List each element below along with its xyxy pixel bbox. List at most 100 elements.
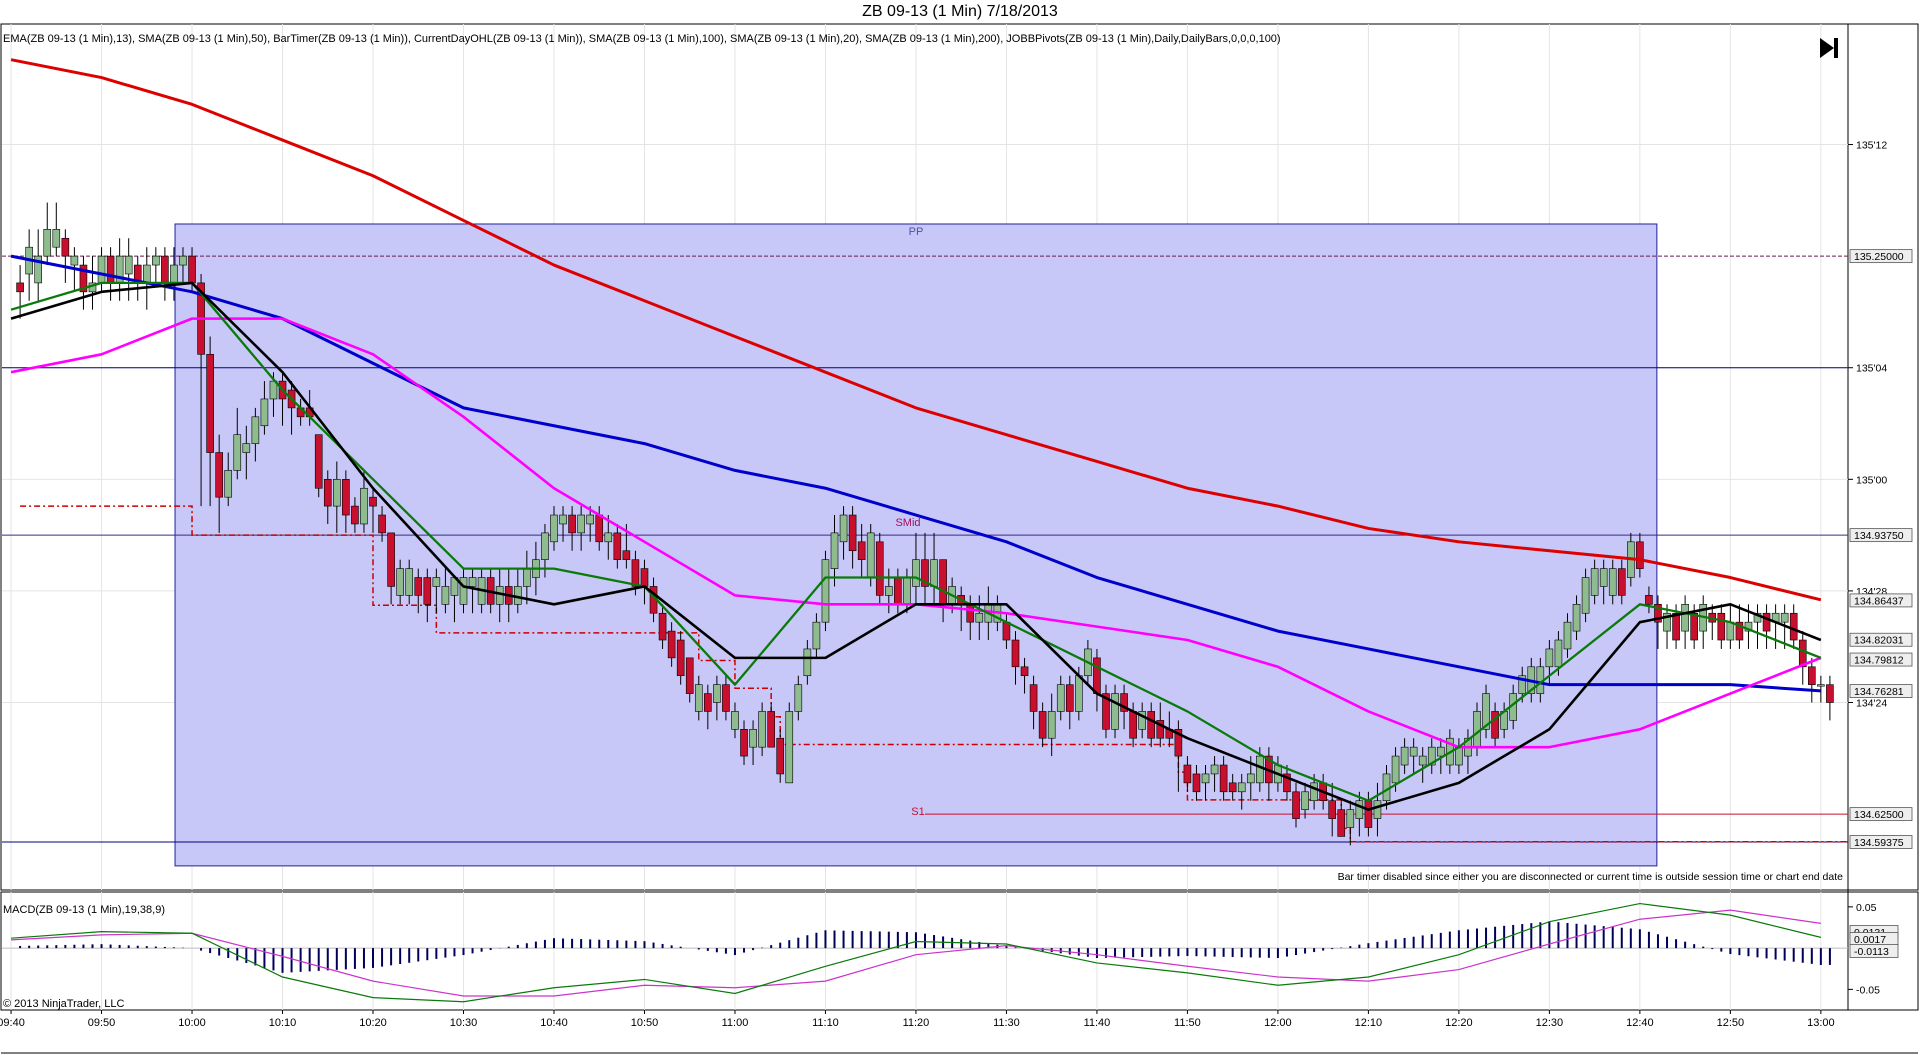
- candle-body: [215, 452, 223, 498]
- x-tick-label: 11:10: [812, 1017, 839, 1029]
- y-tick-label: 134'24: [1856, 698, 1887, 710]
- x-tick-label: 10:00: [178, 1017, 206, 1029]
- candle-body: [1789, 612, 1798, 641]
- candle-body: [577, 514, 585, 534]
- candle-body: [97, 255, 106, 284]
- candle-body: [260, 398, 269, 427]
- candle-body: [16, 282, 24, 293]
- macd-panel-frame: [0, 891, 1919, 1011]
- candle-body: [1011, 639, 1020, 668]
- candle-body: [839, 514, 848, 543]
- indicator-legend: EMA(ZB 09-13 (1 Min),13), SMA(ZB 09-13 (…: [3, 33, 1281, 45]
- candle-body: [794, 684, 803, 712]
- candle-body: [1292, 791, 1300, 819]
- candle-body: [767, 711, 775, 748]
- macd-legend: MACD(ZB 09-13 (1 Min),19,38,9): [3, 904, 165, 916]
- candle-body: [1563, 621, 1572, 650]
- candle-body: [61, 237, 70, 257]
- candle-body: [224, 470, 233, 498]
- candle-body: [360, 487, 368, 525]
- candle-body: [694, 684, 703, 712]
- chart-canvas[interactable]: 135'12135'04135'00134'28134'24135.250001…: [0, 0, 1920, 1055]
- pivot-label-smid: SMid: [895, 517, 920, 529]
- x-tick-label: 09:50: [88, 1017, 116, 1029]
- candle-body: [586, 514, 594, 525]
- candle-body: [1237, 782, 1246, 793]
- candle-body: [106, 255, 115, 284]
- candle-body: [43, 229, 52, 257]
- candle-body: [658, 612, 667, 641]
- candle-body: [1681, 604, 1689, 632]
- candle-body: [685, 657, 694, 694]
- candle-body: [314, 434, 323, 489]
- price-label: 134.86437: [1854, 595, 1904, 607]
- candle-body: [441, 586, 450, 605]
- pivot-label-s1: S1: [911, 806, 924, 818]
- candle-body: [1337, 809, 1346, 837]
- candle-body: [1780, 612, 1789, 623]
- candle-body: [1256, 755, 1264, 784]
- x-tick-label: 10:20: [359, 1017, 387, 1029]
- candle-body: [1355, 800, 1364, 819]
- candle-body: [930, 559, 938, 587]
- x-tick-label: 12:40: [1626, 1017, 1654, 1029]
- candle-body: [206, 354, 214, 453]
- candle-body: [323, 479, 332, 507]
- candle-body: [170, 264, 178, 284]
- candle-body: [432, 577, 441, 587]
- y-tick-label: 135'04: [1856, 363, 1887, 375]
- x-tick-label: 09:40: [0, 1017, 25, 1029]
- candle-body: [152, 255, 160, 266]
- price-label: 134.76281: [1854, 686, 1904, 698]
- candle-body: [1029, 684, 1038, 712]
- y-tick-label: 135'00: [1856, 474, 1887, 486]
- candle-body: [595, 514, 604, 543]
- candle-body: [188, 255, 196, 284]
- chart-window: ZB 09-13 (1 Min) 7/18/2013 135'12 135'04 1…: [0, 0, 1920, 1055]
- candle-body: [758, 711, 766, 748]
- candle-body: [613, 532, 622, 560]
- candle-body: [1328, 800, 1337, 819]
- price-label: 134.59375: [1854, 837, 1904, 849]
- candle-body: [1545, 648, 1554, 668]
- candle-body: [1717, 612, 1726, 641]
- candle-body: [1210, 764, 1219, 775]
- candle-body: [1310, 782, 1318, 802]
- candle-body: [161, 255, 169, 284]
- candle-body: [1201, 773, 1210, 784]
- candle-body: [722, 684, 730, 712]
- candle-body: [1409, 746, 1418, 757]
- candle-body: [1645, 595, 1653, 605]
- skip-to-end-icon[interactable]: [1820, 38, 1838, 58]
- candle-body: [1808, 666, 1816, 685]
- candle-body: [1373, 800, 1382, 819]
- candle-body: [1002, 621, 1011, 641]
- candle-body: [387, 532, 395, 587]
- price-label: 134.93750: [1854, 530, 1904, 542]
- x-tick-label: 12:30: [1536, 1017, 1564, 1029]
- candle-body: [1047, 711, 1056, 739]
- candle-body: [667, 630, 676, 659]
- candle-body: [414, 577, 423, 596]
- candle-body: [52, 229, 61, 248]
- candle-body: [866, 532, 875, 578]
- candle-body: [1599, 568, 1608, 587]
- x-tick-label: 12:10: [1355, 1017, 1383, 1029]
- candle-body: [1065, 684, 1074, 712]
- candle-body: [939, 559, 947, 605]
- candle-body: [1436, 746, 1445, 757]
- candle-body: [749, 728, 757, 748]
- candle-body: [1075, 675, 1083, 712]
- x-tick-label: 13:00: [1807, 1017, 1835, 1029]
- candle-body: [1608, 568, 1617, 596]
- bar-timer-message: Bar timer disabled since either you are …: [1338, 871, 1844, 883]
- candle-body: [396, 568, 404, 596]
- price-label: 134.62500: [1854, 809, 1904, 821]
- candle-body: [1400, 746, 1409, 766]
- x-tick-label: 11:50: [1174, 1017, 1201, 1029]
- candle-body: [975, 612, 984, 623]
- x-tick-label: 10:10: [269, 1017, 297, 1029]
- x-tick-label: 11:30: [993, 1017, 1020, 1029]
- candle-body: [912, 559, 920, 587]
- candle-body: [830, 532, 839, 569]
